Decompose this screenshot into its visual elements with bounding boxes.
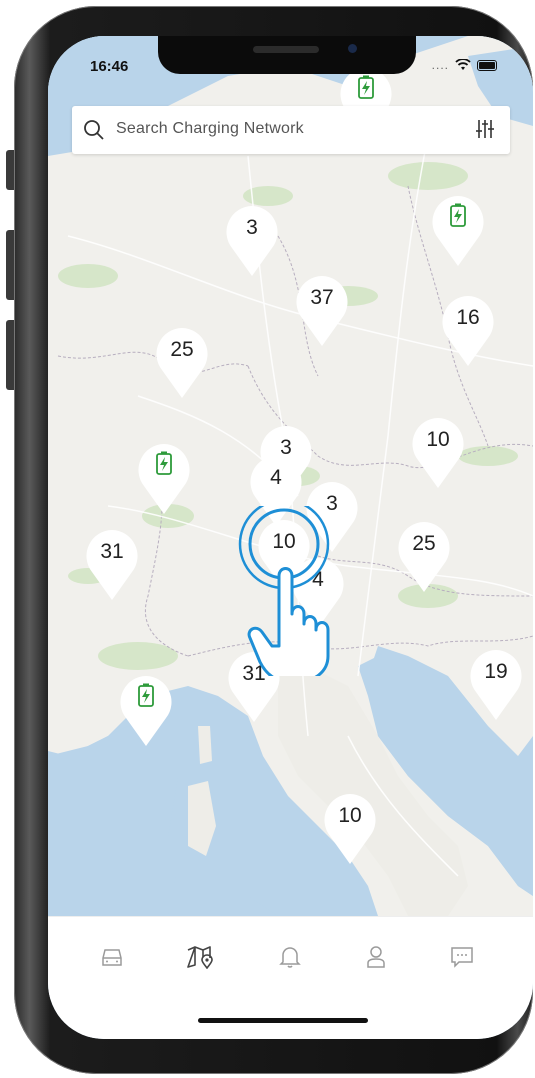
cluster-count: 37 <box>310 286 334 309</box>
charging-station-pin[interactable] <box>430 194 486 268</box>
cluster-pin[interactable]: 10 <box>410 416 466 490</box>
cluster-pin[interactable]: 10 <box>322 792 378 866</box>
bell-icon <box>279 947 301 968</box>
charging-station-pin[interactable] <box>136 442 192 516</box>
tab-car[interactable] <box>90 937 134 977</box>
home-indicator <box>198 1018 368 1023</box>
front-camera <box>348 44 357 53</box>
cluster-count: 19 <box>484 660 508 683</box>
search-input[interactable]: Search Charging Network <box>116 120 304 138</box>
search-icon <box>84 120 104 140</box>
user-icon <box>367 946 385 968</box>
cluster-pin[interactable]: 3 <box>224 204 280 278</box>
cluster-count: 10 <box>338 804 362 827</box>
cluster-count: 25 <box>412 532 436 555</box>
speaker-grille <box>253 46 319 53</box>
cluster-pin[interactable]: 31 <box>84 528 140 602</box>
cluster-pin[interactable]: 37 <box>294 274 350 348</box>
tab-profile[interactable] <box>354 937 398 977</box>
battery-icon <box>477 59 497 71</box>
cluster-count: 16 <box>456 306 480 329</box>
tab-map[interactable] <box>178 937 222 977</box>
map-icon <box>187 946 213 969</box>
cluster-count: 4 <box>270 466 282 489</box>
chat-icon <box>451 947 473 968</box>
search-bar[interactable]: Search Charging Network <box>72 106 510 154</box>
cluster-pin[interactable]: 25 <box>154 326 210 400</box>
charging-station-pin[interactable] <box>118 674 174 748</box>
tab-notifications[interactable] <box>268 937 312 977</box>
charging-station-icon <box>358 75 374 99</box>
car-icon <box>102 949 122 966</box>
cluster-pin[interactable]: 16 <box>440 294 496 368</box>
charging-station-icon <box>450 203 466 227</box>
app-screen: 16:46 .... Search Charging Network 3 37 … <box>48 36 533 1039</box>
filter-sliders-icon[interactable] <box>474 118 496 140</box>
tap-gesture-hint <box>238 506 330 676</box>
cluster-pin[interactable]: 19 <box>468 648 524 722</box>
cluster-count: 25 <box>170 338 194 361</box>
cluster-count: 31 <box>100 540 124 563</box>
charging-station-icon <box>138 683 154 707</box>
cellular-signal-icon: .... <box>431 58 449 72</box>
status-icons: .... <box>432 58 497 72</box>
status-time: 16:46 <box>90 58 129 75</box>
wifi-icon <box>455 59 471 70</box>
cluster-pin[interactable]: 25 <box>396 520 452 594</box>
iphone-device: 16:46 .... Search Charging Network 3 37 … <box>0 0 535 1078</box>
charging-station-icon <box>156 451 172 475</box>
cluster-count: 10 <box>426 428 450 451</box>
device-notch <box>158 36 416 74</box>
tab-messages[interactable] <box>440 937 484 977</box>
cluster-count: 3 <box>246 216 258 239</box>
